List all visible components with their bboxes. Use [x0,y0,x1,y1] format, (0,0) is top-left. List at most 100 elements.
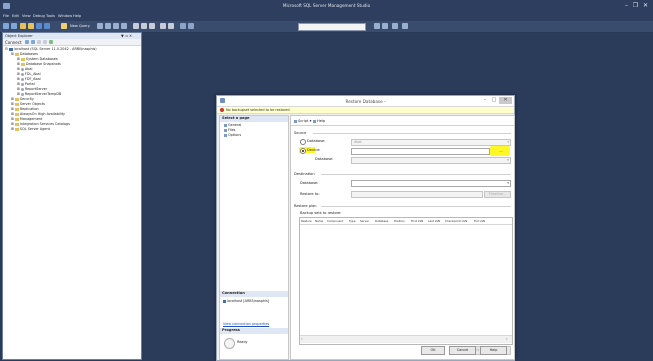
device-radio[interactable] [300,148,306,154]
cut-icon[interactable] [133,23,139,29]
column-header[interactable]: Name [315,219,323,223]
horizontal-scrollbar[interactable]: ‹ › [300,335,512,343]
tree-node[interactable]: ⊞ Database Snapshots [17,62,61,66]
tree-node[interactable]: ⊞ Abal [17,67,32,71]
tree-node[interactable]: ⊞ Databases [11,52,38,56]
tree-node[interactable]: ⊞ Replication [11,107,39,111]
column-header[interactable]: Server [360,219,369,223]
connect-icon[interactable] [25,40,29,44]
undo-icon[interactable] [160,23,166,29]
menu-tools[interactable]: Tools [46,14,55,18]
column-header[interactable]: Last LSN [428,219,440,223]
disconnect-icon[interactable] [31,40,35,44]
tree-node[interactable]: ⊞ AlwaysOn High Availability [11,112,65,116]
menu-help[interactable]: Help [73,14,81,18]
cancel-button[interactable]: Cancel [449,346,476,355]
destination-database-select[interactable]: ▾ [351,180,511,187]
find-icon[interactable] [382,23,388,29]
chevron-down-icon: ▾ [507,181,509,185]
menu-debug[interactable]: Debug [33,14,45,18]
menu-view[interactable]: View [22,14,31,18]
tree-node[interactable]: ⊞ FDF_Abal [17,77,41,81]
layout-icon[interactable] [392,23,398,29]
help-button[interactable]: Help [480,346,507,355]
filter-icon[interactable] [43,40,47,44]
save-all-icon[interactable] [44,23,50,29]
column-header[interactable]: Restore [301,219,312,223]
dialog-minimize-button[interactable]: – [481,97,489,104]
browse-device-button[interactable]: ... [492,148,510,155]
dialog-close-button[interactable]: ✕ [499,97,512,104]
new-query-icon[interactable] [61,23,67,29]
source-database-select[interactable]: Abal ▾ [351,139,511,146]
panel-pin-icon[interactable]: ▼ ⊐ ✕ [121,34,132,38]
column-header[interactable]: Type [349,219,355,223]
stop-icon[interactable] [37,40,41,44]
tree-node[interactable]: ⊞ ReportServerTempDB [17,92,61,96]
forward-icon[interactable] [11,23,17,29]
backup-sets-grid[interactable]: Restore Name Component Type Server Datab… [299,217,513,345]
column-header[interactable]: Full LSN [474,219,485,223]
menu-file[interactable]: File [3,14,9,18]
script-button[interactable]: Script ▾ [294,119,311,123]
paste-icon[interactable] [149,23,155,29]
page-general[interactable]: General [224,123,241,127]
new-project-icon[interactable] [20,23,26,29]
column-header[interactable]: Database [375,219,388,223]
help-link[interactable]: Help [313,119,325,123]
close-button[interactable]: ✕ [641,2,650,10]
column-header[interactable]: Position [394,219,405,223]
tree-node[interactable]: ⊞ SQL Server Agent [11,127,50,131]
tree-node[interactable]: ⊞ ReportServer [17,87,47,91]
mdx-query-icon[interactable] [113,23,119,29]
tree-node[interactable]: ⊞ Portal [17,82,35,86]
toolbox-icon[interactable] [402,23,408,29]
search-icon[interactable] [374,23,380,29]
restore-to-field[interactable] [351,191,483,198]
chevron-down-icon: ▾ [507,140,509,144]
device-database-select[interactable]: ▾ [351,157,511,164]
open-file-icon[interactable] [28,23,34,29]
connect-button[interactable]: Connect [5,40,22,45]
tree-node[interactable]: ⊞ System Databases [17,57,58,61]
database-radio[interactable] [300,139,306,145]
refresh-icon[interactable] [49,40,53,44]
xmla-query-icon[interactable] [121,23,127,29]
properties-icon[interactable] [188,23,194,29]
new-query-button[interactable]: New Query [70,24,90,28]
scroll-left-icon[interactable]: ‹ [301,336,303,341]
folder-icon [14,112,19,116]
error-icon [220,108,224,112]
tree-node[interactable]: ⊞ FDL_Abal [17,72,41,76]
minimize-button[interactable]: – [622,2,631,10]
page-options[interactable]: Options [224,133,241,137]
database-engine-query-icon[interactable] [97,23,103,29]
analysis-query-icon[interactable] [105,23,111,29]
tree-node[interactable]: ⊞ Integration Services Catalogs [11,122,70,126]
page-files[interactable]: Files [224,128,235,132]
server-icon [8,47,13,51]
menu-edit[interactable]: Edit [12,14,19,18]
tree-node[interactable]: ⊞ Server Objects [11,102,45,106]
tree-node-server[interactable]: ⊟ localhost (SQL Server 11.0.2042 - ARBI… [5,47,97,51]
device-path-field[interactable] [351,148,490,155]
dialog-maximize-button[interactable]: □ [490,97,498,104]
column-header[interactable]: Checkpoint LSN [445,219,467,223]
menu-window[interactable]: Window [58,14,72,18]
tree-node[interactable]: ⊞ Security [11,97,34,101]
save-icon[interactable] [36,23,42,29]
column-header[interactable]: Component [327,219,343,223]
ok-button[interactable]: OK [421,346,445,355]
timeline-button[interactable]: Timeline... [484,191,511,198]
database-dropdown[interactable] [298,23,366,31]
select-page-pane: Select a page General Files Options Conn… [219,115,289,360]
tree-node[interactable]: ⊞ Management [11,117,42,121]
restore-button[interactable]: ❐ [631,2,640,10]
view-connection-properties-link[interactable]: View connection properties [223,322,269,326]
redo-icon[interactable] [168,23,174,29]
solution-explorer-icon[interactable] [180,23,186,29]
copy-icon[interactable] [141,23,147,29]
column-header[interactable]: First LSN [411,219,423,223]
scroll-right-icon[interactable]: › [506,336,508,341]
back-icon[interactable] [3,23,9,29]
